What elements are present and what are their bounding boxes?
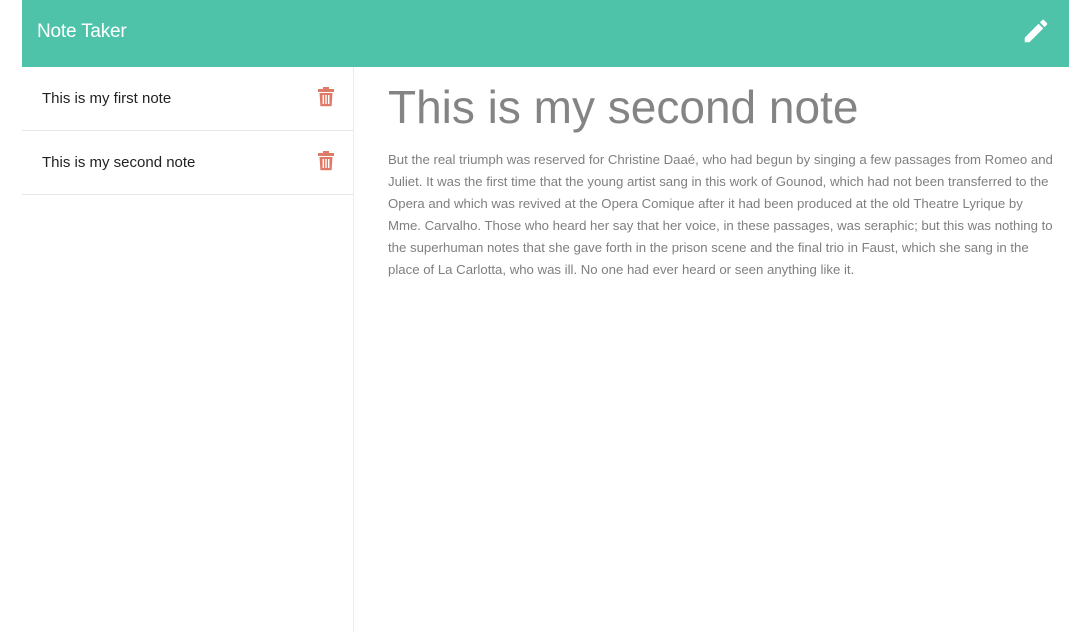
notes-sidebar: This is my first note This is my second … (22, 67, 354, 632)
delete-note-button[interactable] (317, 151, 335, 171)
note-taker-app: Note Taker This is my first note This is… (22, 0, 1069, 632)
delete-note-button[interactable] (317, 87, 335, 107)
navbar: Note Taker (22, 0, 1069, 67)
note-list-item-title: This is my first note (42, 90, 172, 107)
note-list-item[interactable]: This is my second note (22, 131, 353, 195)
note-detail: This is my second note But the real triu… (388, 67, 1053, 632)
new-note-button[interactable] (1021, 16, 1051, 46)
note-text[interactable]: But the real triumph was reserved for Ch… (388, 149, 1053, 281)
trash-icon (318, 87, 334, 107)
brand-title[interactable]: Note Taker (37, 20, 127, 44)
note-list-item[interactable]: This is my first note (22, 67, 353, 131)
note-title[interactable]: This is my second note (388, 79, 858, 135)
trash-icon (318, 151, 334, 171)
pencil-icon (1024, 19, 1048, 43)
note-list-item-title: This is my second note (42, 154, 196, 171)
note-list: This is my first note This is my second … (22, 67, 353, 195)
